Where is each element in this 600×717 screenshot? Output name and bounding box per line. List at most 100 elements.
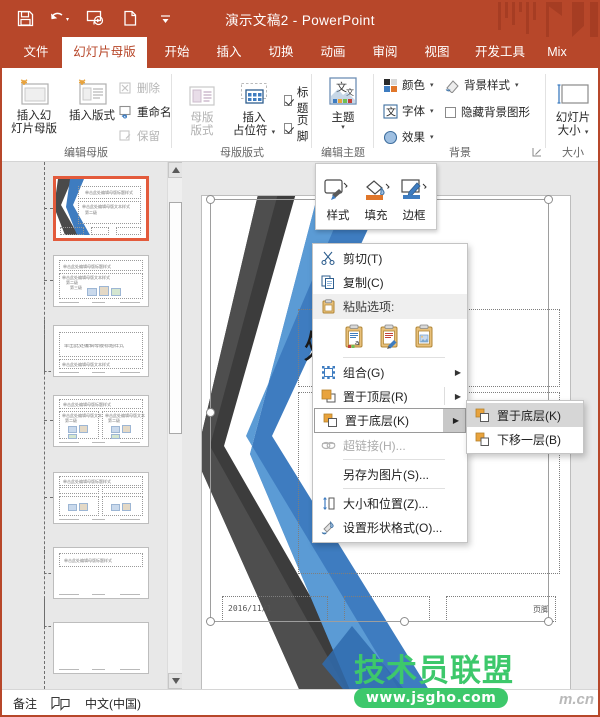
submenu-item-send-to-back[interactable]: 置于底层(K) <box>467 403 583 427</box>
theme-button[interactable]: 文 文 主题 ▾ <box>316 72 370 131</box>
ribbon-group-size: 幻灯片大小 ▾ 大小 <box>546 68 600 162</box>
language-indicator[interactable]: 中文(中国) <box>85 695 141 712</box>
footer-placeholder[interactable]: 页脚 <box>446 596 556 622</box>
outline-pen-icon <box>396 170 432 204</box>
mini-floating-toolbar[interactable]: 样式 填充 边框 <box>315 163 437 230</box>
slide-size-label: 幻灯片大小 ▾ <box>548 112 598 139</box>
footer-checkbox[interactable]: 页脚 <box>284 112 312 144</box>
paste-options-row[interactable]: a <box>313 319 467 355</box>
delete-master-button[interactable]: 删除 <box>118 80 160 96</box>
thumbnail-scrollbar[interactable] <box>167 162 182 689</box>
fill-button[interactable]: 填充 <box>358 170 394 223</box>
group-label-edit-theme: 编辑主题 <box>312 144 374 160</box>
slide-number-placeholder[interactable] <box>344 596 430 622</box>
insert-slide-master-label: 插入幻灯片母版 <box>6 110 62 136</box>
resize-handle-top-left[interactable] <box>206 195 215 204</box>
menu-item-format-shape[interactable]: 设置形状格式(O)... <box>313 515 467 539</box>
paste-use-destination-theme-icon[interactable] <box>378 323 402 351</box>
submenu-item-send-backward[interactable]: 下移一层(B) <box>467 427 583 451</box>
menu-item-bring-to-front[interactable]: 置于顶层(R) ▶ <box>313 384 467 408</box>
paste-picture-icon[interactable] <box>413 323 437 351</box>
thumbnail-slide-4[interactable]: 单击此处编辑母版标题样式 单击此处编辑母版文本 第二级 单击此处编辑母版文本 第… <box>53 395 149 447</box>
copy-icon <box>313 270 343 294</box>
chevron-down-icon[interactable]: ▾ <box>430 81 434 89</box>
menu-separator <box>343 357 445 358</box>
theme-effects-button[interactable]: 效果 ▾ <box>383 129 434 145</box>
notes-button[interactable]: 备注 <box>13 695 37 712</box>
background-styles-button[interactable]: 背景样式 ▾ <box>445 77 519 93</box>
context-menu[interactable]: 剪切(T) 复制(C) 粘贴选项: a <box>312 243 468 543</box>
thumb-title-box: 单击此处编辑母版标题样式 <box>59 476 143 486</box>
chevron-down-icon[interactable]: ▾ <box>430 133 434 141</box>
tab-slide-master[interactable]: 幻灯片母版 <box>62 37 147 68</box>
resize-handle-bottom-right[interactable] <box>544 617 553 626</box>
tab-file[interactable]: 文件 <box>14 37 58 68</box>
chevron-down-icon[interactable]: ▾ <box>515 81 519 89</box>
insert-layout-button[interactable]: 插入版式 <box>64 74 120 123</box>
resize-handle-mid-left[interactable] <box>206 408 215 417</box>
menu-item-group[interactable]: 组合(G) ▶ <box>313 360 467 384</box>
scrollbar-thumb[interactable] <box>169 202 182 434</box>
thumbnail-slide-5[interactable]: 单击此处编辑母版标题样式 <box>53 472 149 524</box>
menu-item-save-as-picture[interactable]: 另存为图片(S)... <box>313 462 467 486</box>
thumbnail-slide-7[interactable] <box>53 622 149 674</box>
scissors-icon <box>313 246 343 270</box>
menu-item-copy[interactable]: 复制(C) <box>313 270 467 294</box>
slide-thumbnail-pane[interactable]: 单击此处编辑母版标题样式 单击此处编辑母版文本样式 第二级 单击此处编辑母版标题… <box>0 162 166 689</box>
thumbnail-slide-2[interactable]: 单击此处编辑母版标题样式 单击此处编辑母版文本样式 第二级 第三级 <box>53 255 149 307</box>
shape-style-label: 样式 <box>320 207 356 223</box>
tab-review[interactable]: 审阅 <box>363 37 407 68</box>
outline-button[interactable]: 边框 <box>396 170 432 223</box>
group-label-size: 大小 <box>546 144 600 160</box>
thumb-title-box: 单击此处编辑母版标题样式 <box>78 186 141 199</box>
ribbon-group-background: 颜色 ▾ 文 字体 ▾ 效果 ▾ 背景样式 <box>374 68 546 162</box>
thumbnail-slide-1[interactable]: 单击此处编辑母版标题样式 单击此处编辑母版文本样式 第二级 <box>53 176 149 241</box>
resize-handle-top-right[interactable] <box>544 195 553 204</box>
rename-master-button[interactable]: 重命名 <box>118 104 172 120</box>
tab-transitions[interactable]: 切换 <box>259 37 303 68</box>
thumb-title-box: 单击此处编辑母版标题样式 <box>59 553 143 567</box>
thumbnail-slide-3[interactable]: 单击此处编辑母版标题样式 单击此处编辑母版文本样式 <box>53 325 149 377</box>
date-placeholder[interactable]: 2016/11/1 <box>222 596 328 622</box>
thumb-body-box: 单击此处编辑母版文本样式 第二级 第三级 <box>59 273 143 299</box>
scroll-down-icon[interactable] <box>168 673 183 689</box>
menu-item-cut[interactable]: 剪切(T) <box>313 246 467 270</box>
comments-icon[interactable] <box>51 696 71 711</box>
tab-developer[interactable]: 开发工具 <box>467 37 533 68</box>
theme-fonts-button[interactable]: 文 字体 ▾ <box>383 103 434 119</box>
menu-label-size-and-position: 大小和位置(Z)... <box>343 495 428 512</box>
paste-keep-source-formatting-icon[interactable]: a <box>343 323 367 351</box>
theme-icon: 文 文 <box>316 72 370 110</box>
thumb-body-box: 单击此处编辑母版文本样式 <box>59 359 143 369</box>
checkbox-box <box>284 123 292 134</box>
ribbon-tabs[interactable]: 文件 幻灯片母版 开始 插入 切换 动画 审阅 视图 开发工具 Mix <box>0 37 600 68</box>
background-dialog-launcher[interactable] <box>532 144 542 154</box>
menu-label-hyperlink: 超链接(H)... <box>343 437 406 454</box>
footer-text: 页脚 <box>533 604 549 615</box>
theme-caret-icon[interactable]: ▾ <box>316 123 370 131</box>
shape-style-button[interactable]: 样式 <box>320 170 356 223</box>
insert-slide-master-button[interactable]: 插入幻灯片母版 <box>6 74 62 136</box>
tab-insert[interactable]: 插入 <box>207 37 251 68</box>
resize-handle-bottom-center[interactable] <box>400 617 409 626</box>
tab-view[interactable]: 视图 <box>415 37 459 68</box>
preserve-master-button[interactable]: 保留 <box>118 128 160 144</box>
hide-bg-graphics-checkbox[interactable]: 隐藏背景图形 <box>445 104 530 120</box>
insert-placeholder-button[interactable]: 插入占位符 ▾ <box>225 76 283 139</box>
resize-handle-bottom-left[interactable] <box>206 617 215 626</box>
send-to-back-submenu[interactable]: 置于底层(K) 下移一层(B) <box>466 400 584 454</box>
svg-text:a: a <box>355 339 359 347</box>
tab-mix[interactable]: Mix <box>539 37 575 68</box>
fonts-label: 字体 <box>402 103 425 119</box>
chevron-down-icon[interactable]: ▾ <box>430 107 434 115</box>
window-title: 演示文稿2 - PowerPoint <box>0 9 600 29</box>
slide-size-button[interactable]: 幻灯片大小 ▾ <box>548 76 598 139</box>
master-layout-button[interactable]: 母版版式 <box>180 76 224 138</box>
scroll-up-icon[interactable] <box>168 162 183 178</box>
menu-item-size-and-position[interactable]: 大小和位置(Z)... <box>313 491 467 515</box>
tab-animations[interactable]: 动画 <box>311 37 355 68</box>
theme-colors-button[interactable]: 颜色 ▾ <box>383 77 434 93</box>
tab-home[interactable]: 开始 <box>155 37 199 68</box>
menu-item-send-to-back[interactable]: 置于底层(K) ▶ <box>314 408 466 433</box>
thumbnail-slide-6[interactable]: 单击此处编辑母版标题样式 <box>53 547 149 599</box>
